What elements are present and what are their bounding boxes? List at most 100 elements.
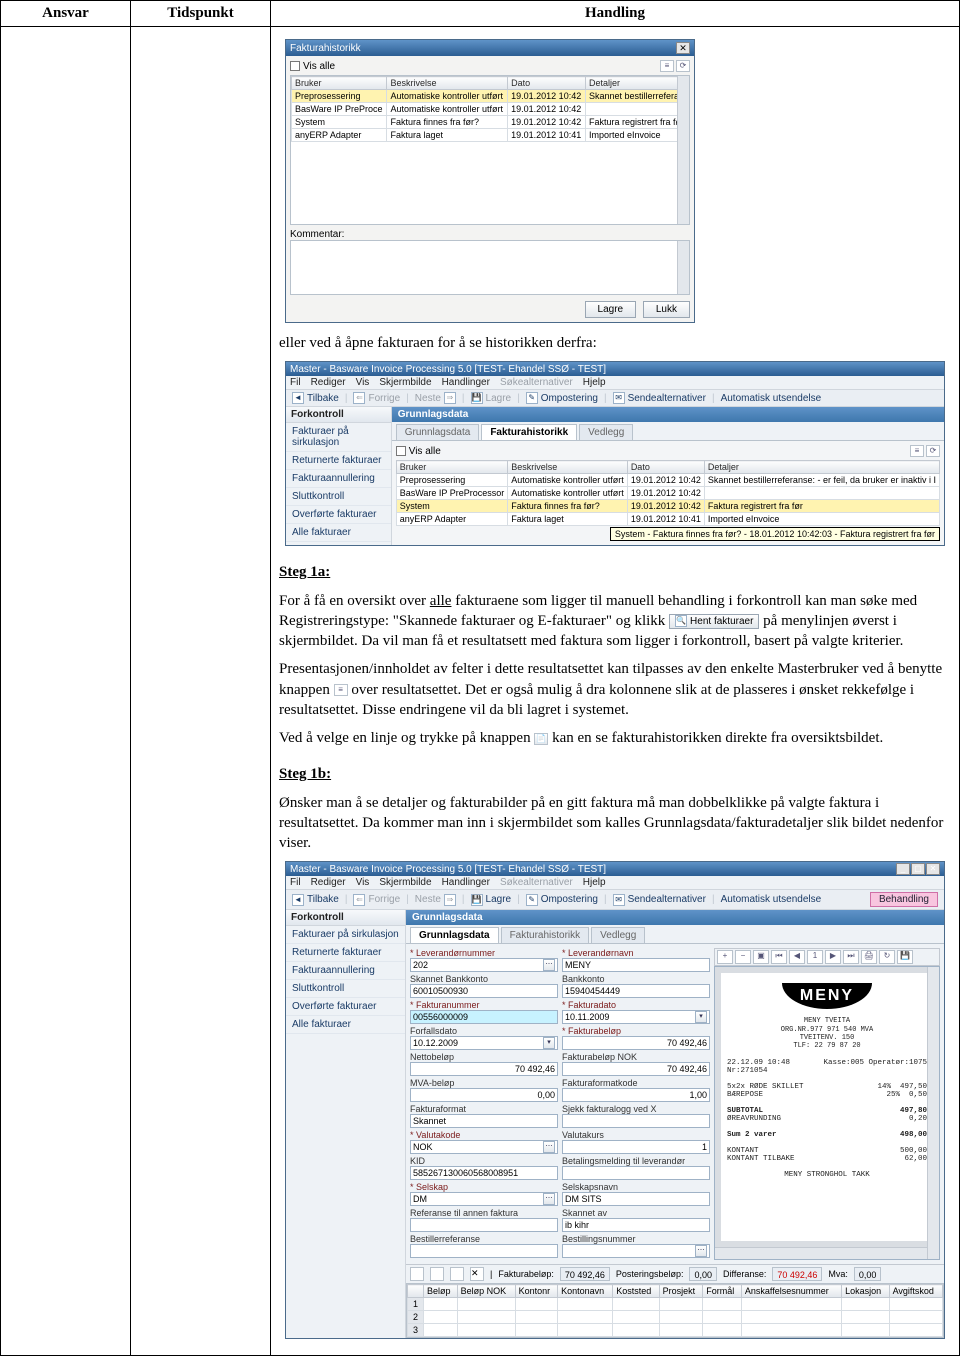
- scrollbar[interactable]: [677, 241, 689, 294]
- selskap-field[interactable]: DM⋯: [410, 1192, 558, 1206]
- valutakode-field[interactable]: NOK⋯: [410, 1140, 558, 1154]
- right-icon: ⇒: [444, 894, 456, 906]
- sidebar-item[interactable]: Fakturaannullering: [286, 470, 391, 488]
- tab-fakturahistorikk[interactable]: Fakturahistorikk: [501, 927, 590, 943]
- ompostering-button[interactable]: ✎Ompostering: [526, 894, 598, 906]
- vis-alle-checkbox[interactable]: Vis alle: [290, 61, 335, 72]
- tab-fakturahistorikk[interactable]: Fakturahistorikk: [481, 424, 577, 440]
- table-row[interactable]: PreprosesseringAutomatiske kontroller ut…: [396, 474, 939, 487]
- col-detaljer[interactable]: Detaljer: [585, 77, 688, 90]
- lagre-button[interactable]: Lagre: [585, 301, 637, 318]
- tab-grunnlagsdata[interactable]: Grunnlagsdata: [396, 424, 480, 440]
- valutakurs-field[interactable]: 1: [562, 1140, 710, 1154]
- icon[interactable]: [430, 1267, 444, 1281]
- scrollbar[interactable]: [927, 967, 939, 1259]
- skannet-av-field[interactable]: ib kihr: [562, 1218, 710, 1232]
- lukk-button[interactable]: Lukk: [643, 301, 690, 318]
- fakturanummer-field[interactable]: 00556000009: [410, 1010, 558, 1024]
- page-icon[interactable]: 1: [807, 950, 823, 964]
- fakturaformat-field[interactable]: Skannet: [410, 1114, 558, 1128]
- hent-fakturaer-button[interactable]: 🔍Hent fakturaer: [669, 614, 759, 630]
- scrollbar[interactable]: [677, 76, 689, 224]
- ompostering-button[interactable]: ✎Ompostering: [526, 392, 598, 404]
- table-row[interactable]: SystemFaktura finnes fra før?19.01.2012 …: [292, 116, 689, 129]
- zoom-in-icon[interactable]: +: [717, 950, 733, 964]
- close-icon[interactable]: ✕: [926, 863, 940, 875]
- fit-icon[interactable]: ▣: [753, 950, 769, 964]
- kid-field[interactable]: 585267130060568008951: [410, 1166, 558, 1180]
- menubar[interactable]: FilRedigerVisSkjermbildeHandlingerSøkeal…: [286, 376, 944, 390]
- sidebar-item[interactable]: Alle fakturaer: [286, 524, 391, 542]
- sendealternativer-button[interactable]: ✉Sendealternativer: [613, 894, 706, 906]
- selskapsnavn-field[interactable]: DM SITS: [562, 1192, 710, 1206]
- table-row[interactable]: BasWare IP PreProceAutomatiske kontrolle…: [292, 103, 689, 116]
- columns-icon[interactable]: ≡: [660, 60, 674, 72]
- invoice-image-pane[interactable]: MENY MENY TVEITA ORG.NR.977 971 540 MVA …: [714, 966, 940, 1260]
- refresh-icon[interactable]: ⟳: [676, 60, 690, 72]
- fakturaformatkode-field[interactable]: 1,00: [562, 1088, 710, 1102]
- behandling-button[interactable]: Behandling: [870, 892, 938, 907]
- icon[interactable]: [410, 1267, 424, 1281]
- nettobelop-field[interactable]: 70 492,46: [410, 1062, 558, 1076]
- sidebar-item[interactable]: Returnerte fakturaer: [286, 452, 391, 470]
- table-row[interactable]: 1: [408, 1298, 943, 1311]
- skannet-bankkonto-field[interactable]: 60010500930: [410, 984, 558, 998]
- betalingsmelding-field[interactable]: [562, 1166, 710, 1180]
- leverandornavn-field[interactable]: MENY: [562, 958, 710, 972]
- table-row[interactable]: PreprosesseringAutomatiske kontroller ut…: [292, 90, 689, 103]
- col-beskrivelse[interactable]: Beskrivelse: [387, 77, 508, 90]
- vis-alle-checkbox[interactable]: Vis alle: [396, 446, 441, 457]
- table-row[interactable]: anyERP AdapterFaktura laget19.01.2012 10…: [292, 129, 689, 142]
- tilbake-button[interactable]: ◄Tilbake: [292, 894, 339, 906]
- lookup-icon: ⋯: [543, 1141, 555, 1153]
- first-page-icon[interactable]: ⏮: [771, 950, 787, 964]
- menubar[interactable]: FilRedigerVisSkjermbildeHandlingerSøkeal…: [286, 876, 944, 890]
- table-row[interactable]: 3: [408, 1324, 943, 1337]
- fakturabelop-nok-field[interactable]: 70 492,46: [562, 1062, 710, 1076]
- table-row[interactable]: 2: [408, 1311, 943, 1324]
- sidebar-item[interactable]: Fakturaer på sirkulasjon: [286, 423, 391, 452]
- mva-belop-field[interactable]: 0,00: [410, 1088, 558, 1102]
- sendealternativer-button[interactable]: ✉Sendealternativer: [613, 392, 706, 404]
- bankkonto-field[interactable]: 15940454449: [562, 984, 710, 998]
- referanse-annen-faktura-field[interactable]: [410, 1218, 558, 1232]
- document-icon[interactable]: 📄: [534, 733, 548, 745]
- zoom-out-icon[interactable]: −: [735, 950, 751, 964]
- save-icon[interactable]: 💾: [897, 950, 913, 964]
- delete-icon[interactable]: ✕: [470, 1267, 484, 1281]
- fakturabelop-field[interactable]: 70 492,46: [562, 1036, 710, 1050]
- table-row[interactable]: BasWare IP PreProcessorAutomatiske kontr…: [396, 487, 939, 500]
- minimize-icon[interactable]: _: [896, 863, 910, 875]
- sidebar-item[interactable]: Overførte fakturaer: [286, 506, 391, 524]
- print-icon[interactable]: 🖨: [861, 950, 877, 964]
- rotate-icon[interactable]: ↻: [879, 950, 895, 964]
- last-page-icon[interactable]: ⏭: [843, 950, 859, 964]
- prev-page-icon[interactable]: ◀: [789, 950, 805, 964]
- icon[interactable]: [450, 1267, 464, 1281]
- columns-icon[interactable]: ≡: [334, 684, 348, 696]
- close-icon[interactable]: ✕: [676, 42, 690, 54]
- forfallsdato-field[interactable]: 10.12.2009▾: [410, 1036, 558, 1050]
- sjekk-fakturalogg-field[interactable]: [562, 1114, 710, 1128]
- lagre-button[interactable]: 💾Lagre: [471, 894, 512, 906]
- sidebar-item[interactable]: Sluttkontroll: [286, 488, 391, 506]
- bestillingsnummer-field[interactable]: ⋯: [562, 1244, 710, 1258]
- automatisk-button[interactable]: Automatisk utsendelse: [721, 393, 822, 404]
- kommentar-textarea[interactable]: [290, 240, 690, 295]
- col-bruker[interactable]: Bruker: [292, 77, 387, 90]
- bestillerreferanse-field[interactable]: [410, 1244, 558, 1258]
- refresh-icon[interactable]: ⟳: [926, 445, 940, 457]
- tab-grunnlagsdata[interactable]: Grunnlagsdata: [410, 927, 499, 943]
- tab-vedlegg[interactable]: Vedlegg: [579, 424, 633, 440]
- next-page-icon[interactable]: ▶: [825, 950, 841, 964]
- leverandornummer-field[interactable]: 202⋯: [410, 958, 558, 972]
- col-dato[interactable]: Dato: [508, 77, 586, 90]
- table-row[interactable]: anyERP AdapterFaktura laget19.01.2012 10…: [396, 513, 939, 526]
- tilbake-button[interactable]: ◄Tilbake: [292, 392, 339, 404]
- maximize-icon[interactable]: ▢: [911, 863, 925, 875]
- tab-vedlegg[interactable]: Vedlegg: [591, 927, 645, 943]
- scrollbar[interactable]: [715, 1247, 939, 1259]
- columns-icon[interactable]: ≡: [910, 445, 924, 457]
- fakturadato-field[interactable]: 10.11.2009▾: [562, 1010, 710, 1024]
- table-row[interactable]: SystemFaktura finnes fra før?19.01.2012 …: [396, 500, 939, 513]
